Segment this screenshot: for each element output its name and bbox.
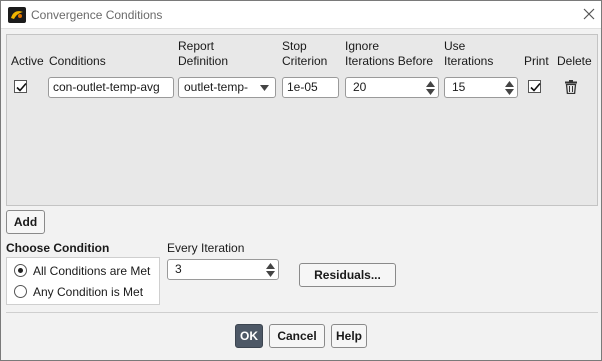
header-stop-criterion-line2: Criterion xyxy=(282,54,328,68)
conditions-table: Active Conditions Report Definition Stop… xyxy=(6,34,598,206)
ok-button[interactable]: OK xyxy=(235,324,263,348)
help-button[interactable]: Help xyxy=(331,324,367,348)
choose-condition-label: Choose Condition xyxy=(6,241,110,255)
close-icon[interactable] xyxy=(579,4,599,24)
header-active: Active xyxy=(11,54,44,68)
spin-up-icon[interactable] xyxy=(505,81,514,87)
header-report-definition-line1: Report xyxy=(178,39,215,53)
radio-any-condition[interactable] xyxy=(14,285,27,298)
radio-selected-dot xyxy=(18,268,23,273)
cancel-button[interactable]: Cancel xyxy=(269,324,325,348)
every-iteration-stepper[interactable]: 3 xyxy=(167,259,279,280)
active-checkbox[interactable] xyxy=(14,80,27,93)
ignore-iterations-stepper[interactable]: 20 xyxy=(345,77,439,98)
radio-all-conditions-label[interactable]: All Conditions are Met xyxy=(33,264,150,278)
header-use-iterations-line1: Use xyxy=(444,39,466,53)
header-conditions: Conditions xyxy=(49,54,106,68)
every-iteration-value: 3 xyxy=(175,262,182,276)
header-delete: Delete xyxy=(557,54,592,68)
header-ignore-iterations-line1: Ignore xyxy=(345,39,380,53)
radio-any-condition-label[interactable]: Any Condition is Met xyxy=(33,285,143,299)
ignore-iterations-value: 20 xyxy=(353,80,367,94)
radio-all-conditions[interactable] xyxy=(14,264,27,277)
every-iteration-label: Every Iteration xyxy=(167,241,245,255)
footer-divider xyxy=(6,312,598,313)
spin-up-icon[interactable] xyxy=(426,81,435,87)
spin-down-icon[interactable] xyxy=(426,89,435,95)
use-iterations-value: 15 xyxy=(452,80,466,94)
use-iterations-stepper[interactable]: 15 xyxy=(444,77,518,98)
header-stop-criterion-line1: Stop xyxy=(282,39,307,53)
spin-down-icon[interactable] xyxy=(266,271,275,277)
choose-condition-group: All Conditions are Met Any Condition is … xyxy=(6,257,160,305)
header-ignore-iterations-line2: Iterations Before xyxy=(345,54,434,68)
checkmark-icon xyxy=(16,82,27,92)
window-title: Convergence Conditions xyxy=(31,8,163,22)
residuals-button[interactable]: Residuals... xyxy=(299,263,396,287)
spin-up-icon[interactable] xyxy=(266,263,275,269)
header-report-definition-line2: Definition xyxy=(178,54,229,68)
chevron-down-icon xyxy=(260,85,269,91)
report-definition-value: outlet-temp- xyxy=(184,80,249,94)
header-print: Print xyxy=(524,54,549,68)
print-checkbox[interactable] xyxy=(528,80,541,93)
condition-name-field[interactable]: con-outlet-temp-avg xyxy=(48,77,174,98)
ansys-fluent-icon xyxy=(8,7,26,23)
spin-down-icon[interactable] xyxy=(505,89,514,95)
report-definition-dropdown[interactable]: outlet-temp- xyxy=(178,77,276,98)
stop-criterion-field[interactable]: 1e-05 xyxy=(282,77,339,98)
title-bar: Convergence Conditions xyxy=(1,1,601,29)
add-button[interactable]: Add xyxy=(6,210,45,234)
convergence-conditions-dialog: Convergence Conditions Active Conditions… xyxy=(0,0,602,361)
header-use-iterations-line2: Iterations xyxy=(444,54,494,68)
trash-icon[interactable] xyxy=(565,80,577,95)
checkmark-icon xyxy=(530,82,541,92)
